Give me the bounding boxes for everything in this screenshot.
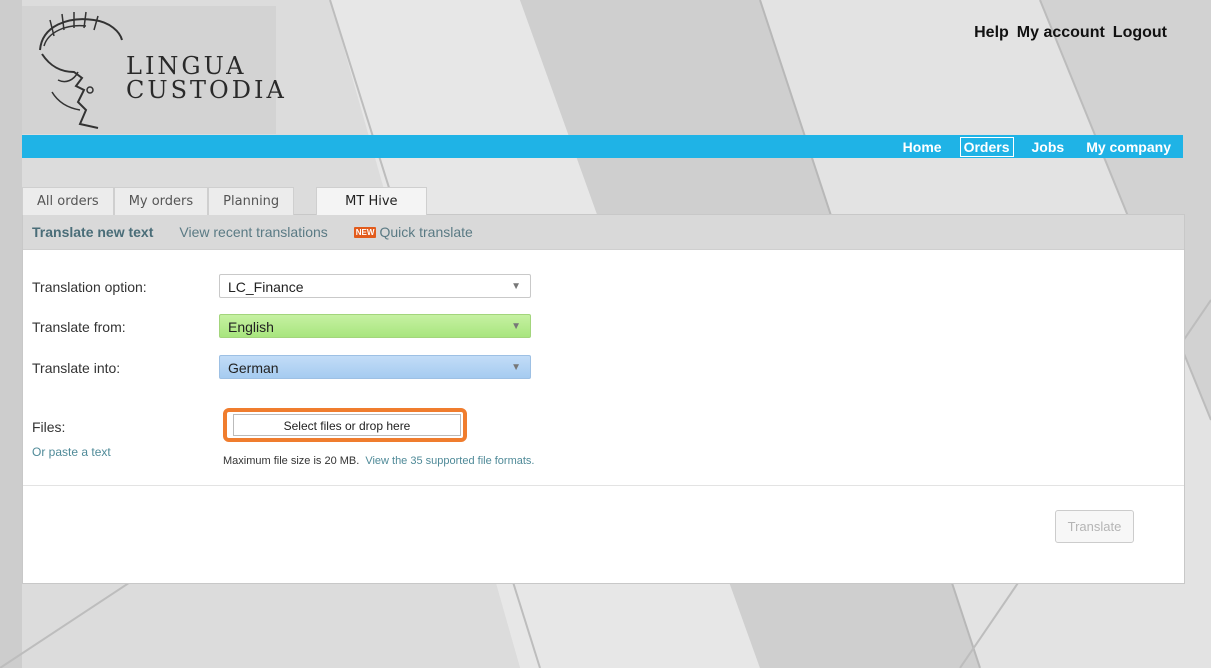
translation-option-label: Translation option: (32, 279, 147, 295)
translate-from-label: Translate from: (32, 319, 126, 335)
translation-option-value: LC_Finance (228, 279, 304, 295)
files-label: Files: (32, 419, 66, 435)
nav-jobs[interactable]: Jobs (1028, 137, 1069, 157)
tab-planning[interactable]: Planning (208, 187, 295, 215)
translate-panel: Translate new text View recent translati… (22, 214, 1185, 584)
logout-link[interactable]: Logout (1113, 24, 1167, 42)
tab-all-orders[interactable]: All orders (22, 187, 114, 215)
my-account-link[interactable]: My account (1017, 24, 1105, 42)
sub-navigation: Translate new text View recent translati… (23, 215, 1184, 250)
paste-text-link[interactable]: Or paste a text (32, 445, 111, 459)
dropdown-arrow-icon: ▼ (511, 321, 521, 332)
max-size-text: Maximum file size is 20 MB. (223, 455, 360, 467)
files-highlight: Select files or drop here (223, 408, 467, 442)
translate-from-select[interactable]: English ▼ (219, 314, 531, 338)
translate-into-label: Translate into: (32, 360, 121, 376)
divider (23, 485, 1184, 486)
dropdown-arrow-icon: ▼ (511, 281, 521, 292)
helmet-logo-icon (39, 11, 123, 129)
brand-line1: LINGUA (126, 52, 247, 80)
translate-button[interactable]: Translate (1055, 510, 1134, 543)
supported-formats-link[interactable]: View the 35 supported file formats. (365, 455, 534, 467)
nav-my-company[interactable]: My company (1082, 137, 1175, 157)
view-recent-translations-link[interactable]: View recent translations (179, 224, 327, 240)
translate-into-value: German (228, 360, 279, 376)
translate-from-value: English (228, 319, 274, 335)
translate-new-text-link[interactable]: Translate new text (32, 224, 153, 240)
new-badge: NEW (353, 227, 377, 238)
tab-mt-hive[interactable]: MT Hive (316, 187, 427, 215)
nav-home[interactable]: Home (899, 137, 946, 157)
quick-translate-link[interactable]: NEW Quick translate (353, 224, 473, 240)
translation-option-select[interactable]: LC_Finance ▼ (219, 274, 531, 298)
tab-my-orders[interactable]: My orders (113, 187, 209, 215)
help-link[interactable]: Help (974, 24, 1009, 42)
select-files-button[interactable]: Select files or drop here (233, 414, 461, 436)
logo: LINGUA CUSTODIA (22, 6, 284, 134)
top-links: Help My account Logout (974, 24, 1167, 42)
order-tabs: All orders My orders Planning MT Hive (22, 187, 427, 215)
dropdown-arrow-icon: ▼ (511, 362, 521, 373)
file-info: Maximum file size is 20 MB. View the 35 s… (223, 455, 534, 467)
brand-line2: CUSTODIA (126, 76, 287, 104)
translate-into-select[interactable]: German ▼ (219, 355, 531, 379)
quick-translate-label: Quick translate (379, 224, 473, 240)
nav-orders[interactable]: Orders (959, 136, 1014, 157)
main-navbar: Home Orders Jobs My company (22, 135, 1183, 158)
